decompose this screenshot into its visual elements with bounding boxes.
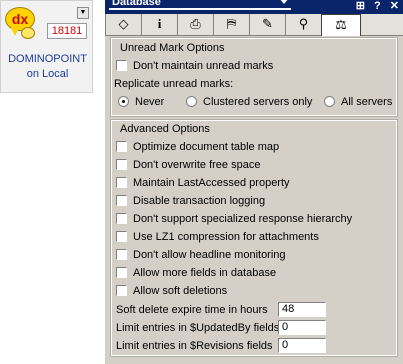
advanced-icon: ⚖ [335,17,347,32]
option-label: Don't overwrite free space [133,159,261,171]
option-label: Maintain LastAccessed property [133,177,290,189]
radio-all-servers-label: All servers [341,96,393,108]
design-icon: ⛿ [226,16,237,31]
option-label: Optimize document table map [133,141,280,153]
option-label: Allow more fields in database [133,267,277,279]
logo-bubble-tail [11,28,19,36]
option-checkbox[interactable] [116,140,127,152]
option-checkbox[interactable] [116,230,127,242]
chevron-down-icon [279,0,289,4]
search-icon: ⚲ [298,16,309,31]
tab-advanced[interactable]: ⚖ [321,14,361,36]
database-properties-panel: Database ⊞ ? ✕ ◇ i ⎙ ⛿ ✎ ⚲ ⚖ Unread Mark… [105,0,403,364]
option-row[interactable]: Don't allow headline monitoring [116,247,286,263]
dont-maintain-unread-row[interactable]: Don't maintain unread marks [116,58,273,74]
server-location: on Local [26,68,69,80]
title-controls: ⊞ ? ✕ [350,0,399,12]
revisions-input[interactable]: 0 [278,338,326,353]
option-row[interactable]: Don't overwrite free space [116,157,260,173]
option-checkbox[interactable] [116,194,127,206]
radio-clustered[interactable]: Clustered servers only [186,94,312,110]
card-dropdown-button[interactable]: ▼ [77,7,89,19]
option-label: Don't allow headline monitoring [133,249,286,261]
radio-never-label: Never [135,96,165,108]
tab-fulltext[interactable]: ⚲ [285,14,321,35]
option-checkbox[interactable] [116,158,127,170]
port-code-field: 18181 [47,23,87,39]
soft-delete-row: Soft delete expire time in hours [116,302,268,318]
option-label: Disable transaction logging [133,195,266,207]
tab-printing[interactable]: ⎙ [177,14,213,35]
option-row[interactable]: Don't support specialized response hiera… [116,211,352,227]
revisions-row: Limit entries in $Revisions fields [116,338,273,354]
server-card: dx ▼ 18181 DOMINOPOINT on Local [0,0,93,93]
dont-maintain-unread-label: Don't maintain unread marks [133,60,274,72]
radio-clustered-label: Clustered servers only [203,96,313,108]
soft-delete-label: Soft delete expire time in hours [116,304,268,316]
server-name: DOMINOPOINT [8,53,87,65]
info-icon: i [157,16,162,31]
advanced-options-group: Advanced Options Optimize document table… [110,119,398,357]
option-row[interactable]: Use LZ1 compression for attachments [116,229,319,245]
tab-design[interactable]: ⛿ [213,14,249,35]
updatedby-label: Limit entries in $UpdatedBy fields [116,322,280,334]
option-checkbox[interactable] [116,284,127,296]
title-bar: Database ⊞ ? ✕ [105,0,403,14]
option-checkbox[interactable] [116,212,127,224]
tab-launch[interactable]: ✎ [249,14,285,35]
option-row[interactable]: Optimize document table map [116,139,279,155]
radio-all-servers-button[interactable] [324,95,335,107]
updatedby-input[interactable]: 0 [278,320,326,335]
soft-delete-input[interactable]: 48 [278,302,326,317]
revisions-label: Limit entries in $Revisions fields [116,340,273,352]
printer-icon: ⎙ [190,16,201,31]
tab-content: Unread Mark Options Don't maintain unrea… [109,37,399,364]
properties-type-dropdown[interactable]: Database [109,0,291,10]
radio-clustered-button[interactable] [186,95,197,107]
dont-maintain-unread-checkbox[interactable] [116,59,127,71]
option-row[interactable]: Allow soft deletions [116,283,227,299]
unread-mark-title: Unread Mark Options [120,42,225,54]
radio-never[interactable]: Never [118,94,164,110]
option-checkbox[interactable] [116,248,127,260]
logo-face-icon [21,27,35,39]
title-label: Database [112,0,161,8]
close-icon[interactable]: ✕ [390,1,399,12]
tab-info[interactable]: i [141,14,177,35]
radio-never-button[interactable] [118,95,129,107]
option-label: Allow soft deletions [133,285,228,297]
help-question-icon[interactable]: ? [374,1,381,12]
help-icon[interactable]: ⊞ [356,1,365,12]
option-checkbox[interactable] [116,266,127,278]
unread-mark-group: Unread Mark Options Don't maintain unrea… [110,37,398,117]
dx-logo: dx [5,7,37,39]
radio-all-servers[interactable]: All servers [324,94,392,110]
option-label: Don't support specialized response hiera… [133,213,353,225]
replicate-unread-label: Replicate unread marks: [114,78,234,90]
tab-row: ◇ i ⎙ ⛿ ✎ ⚲ ⚖ [105,14,403,36]
option-row[interactable]: Allow more fields in database [116,265,276,281]
option-row[interactable]: Disable transaction logging [116,193,265,209]
option-checkbox[interactable] [116,176,127,188]
advanced-options-title: Advanced Options [120,123,210,135]
eraser-icon: ◇ [118,16,129,31]
key-icon: ✎ [262,16,273,31]
updatedby-row: Limit entries in $UpdatedBy fields [116,320,279,336]
option-label: Use LZ1 compression for attachments [133,231,319,243]
tab-basics[interactable]: ◇ [105,14,141,35]
option-row[interactable]: Maintain LastAccessed property [116,175,290,191]
